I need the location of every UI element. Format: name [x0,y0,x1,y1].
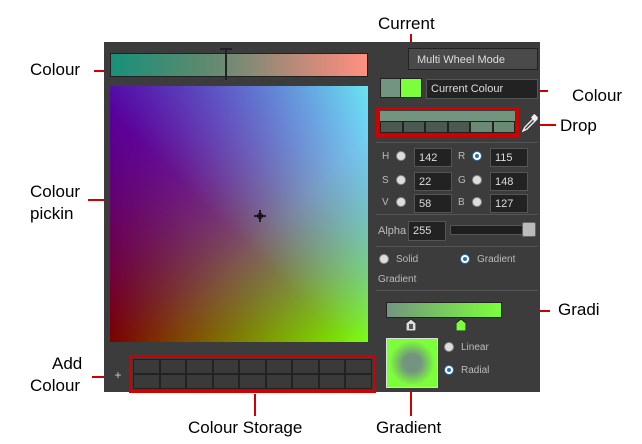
colour-storage-slot[interactable] [265,359,293,374]
rgb-field[interactable]: 127 [490,194,528,213]
colour-storage-slot[interactable] [186,359,213,374]
hsv-radio[interactable] [396,175,406,185]
callout-drop-line [538,124,556,126]
hsv-field[interactable]: 142 [414,148,452,167]
rgb-label: B [458,197,465,208]
callout-current: Current [378,14,435,33]
colour-storage-slot[interactable] [345,374,372,389]
colour-drop-slot[interactable] [492,121,515,133]
hsv-radio[interactable] [396,151,406,161]
current-colour-swatch[interactable] [380,78,402,98]
linear-label: Linear [461,342,489,353]
colour-storage-grid[interactable] [133,359,372,389]
colour-storage-slot[interactable] [239,359,266,374]
colour-storage-slot[interactable] [265,374,293,389]
radial-radio[interactable] [444,365,454,375]
colour-storage-slot[interactable] [159,359,187,374]
colour-bar-marker[interactable] [225,50,227,80]
separator [376,142,538,143]
colour-picking-area[interactable] [110,86,368,342]
callout-colour-drop-2: Drop [560,116,597,135]
picked-colour-swatch[interactable] [400,78,422,98]
callout-colour: Colour [30,60,81,79]
separator [376,246,538,247]
colour-drop-cells [380,121,515,133]
colour-storage-slot[interactable] [212,374,240,389]
gradient-radio[interactable] [460,254,470,264]
callout-gradient-bottom-line [410,388,412,416]
hsv-label: H [382,151,390,162]
colour-drop-slot[interactable] [402,121,425,133]
callout-add-colour-2: Colour [30,376,81,395]
separator [376,214,538,215]
gradient-radio-label: Gradient [477,254,516,265]
callout-colour-picking-2: pickin [30,204,74,223]
alpha-field[interactable]: 255 [408,221,446,241]
callout-gradient-bottom: Gradient [376,418,442,437]
rgb-radio[interactable] [472,175,482,185]
colour-storage-slot[interactable] [133,374,160,389]
current-colour-name-field[interactable]: Current Colour [426,79,538,99]
callout-colour-storage-line [254,394,256,416]
hsv-label: S [382,175,389,186]
radial-label: Radial [461,365,490,376]
multi-wheel-mode-button[interactable]: Multi Wheel Mode [408,48,538,70]
callout-colour-picking-1: Colour [30,182,81,201]
linear-radio[interactable] [444,342,454,352]
callout-colour-storage: Colour Storage [188,418,303,437]
colour-storage-slot[interactable] [239,374,266,389]
colour-bar-marker-top [220,48,232,50]
colour-drop-top [380,111,515,121]
hsv-label: V [382,197,389,208]
colour-storage-slot[interactable] [186,374,213,389]
colour-storage-slot[interactable] [159,374,187,389]
rgb-label: G [458,175,466,186]
gradient-section-label: Gradient [378,274,417,285]
crosshair-icon[interactable] [254,209,266,222]
callout-add-colour-1: Add [52,354,83,373]
colour-storage-slot[interactable] [212,359,240,374]
colour-storage-slot[interactable] [345,359,372,374]
colour-storage-slot[interactable] [318,374,346,389]
gradient-preview [386,338,438,388]
hsv-radio[interactable] [396,197,406,207]
colour-storage-slot[interactable] [292,359,319,374]
colour-drop-slot[interactable] [447,121,470,133]
lock-icon[interactable] [405,318,417,332]
colour-drop-slot[interactable] [380,121,403,133]
eyedropper-icon[interactable] [521,113,539,133]
rgb-radio[interactable] [472,197,482,207]
alpha-label: Alpha [378,225,407,237]
colour-bar[interactable] [110,53,368,77]
colour-storage-slot[interactable] [318,359,346,374]
colour-storage-slot[interactable] [133,359,160,374]
callout-colour-drop-1: Colour [572,86,623,105]
solid-label: Solid [396,254,419,265]
add-colour-button[interactable]: + [110,366,126,384]
gradient-bar[interactable] [386,302,502,318]
solid-radio[interactable] [379,254,389,264]
rgb-label: R [458,151,466,162]
colour-drop-slot[interactable] [470,121,493,133]
hsv-field[interactable]: 22 [414,172,452,191]
callout-gradient-right: Gradi [558,300,600,319]
rgb-field[interactable]: 148 [490,172,528,191]
rgb-radio[interactable] [472,151,482,161]
separator [376,290,538,291]
colour-storage-slot[interactable] [292,374,319,389]
alpha-slider-handle[interactable] [522,222,536,237]
rgb-field[interactable]: 115 [490,148,528,167]
hsv-field[interactable]: 58 [414,194,452,213]
colour-drop-slot[interactable] [425,121,448,133]
gradient-stop-right[interactable] [455,318,467,332]
